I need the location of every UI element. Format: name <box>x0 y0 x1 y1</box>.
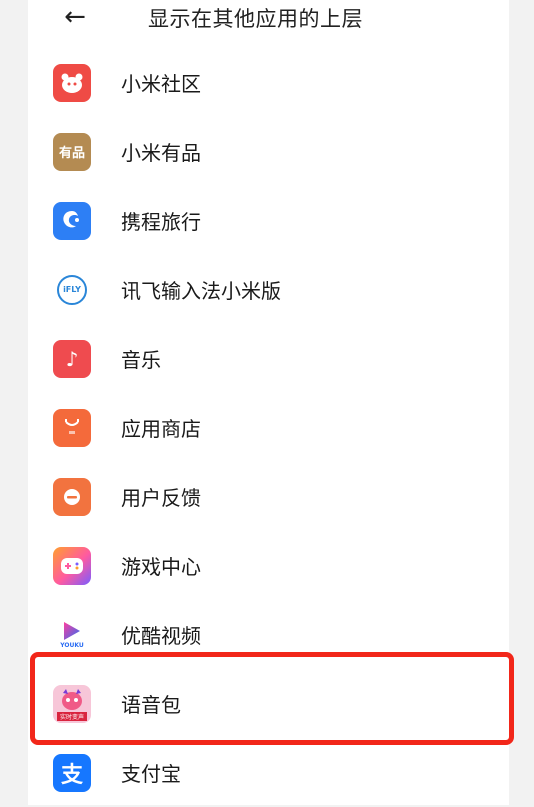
page-title: 显示在其他应用的上层 <box>148 7 363 31</box>
app-store-icon <box>53 408 91 447</box>
list-item[interactable]: 应用商店 <box>28 393 509 462</box>
app-label: 用户反馈 <box>121 486 201 510</box>
list-item[interactable]: 用户反馈 <box>28 462 509 531</box>
app-label: 携程旅行 <box>121 210 201 234</box>
app-label: 音乐 <box>121 348 161 372</box>
alipay-icon: 支 <box>53 753 91 792</box>
game-center-icon <box>53 546 91 585</box>
arrow-left-icon[interactable]: ← <box>60 2 90 32</box>
youku-icon: YOUKU <box>53 615 91 654</box>
list-item[interactable]: 支 支付宝 <box>28 738 509 807</box>
app-label: 小米有品 <box>121 141 201 165</box>
app-label: 优酷视频 <box>121 624 201 648</box>
ctrip-icon <box>53 201 91 240</box>
voice-pack-icon: 实时变声 <box>53 684 91 723</box>
list-item[interactable]: 有品 小米有品 <box>28 117 509 186</box>
app-label: 应用商店 <box>121 417 201 441</box>
list-item[interactable]: 游戏中心 <box>28 531 509 600</box>
ifly-icon: iFLY <box>53 270 91 309</box>
youpin-icon: 有品 <box>53 132 91 171</box>
app-list: 小米社区 有品 小米有品 携程旅行 iFLY 讯飞输入法小米版 ♪ 音乐 应用商… <box>28 48 509 807</box>
app-label: 游戏中心 <box>121 555 201 579</box>
header: ← 显示在其他应用的上层 <box>28 0 509 38</box>
app-label: 小米社区 <box>121 72 201 96</box>
list-item[interactable]: YOUKU 优酷视频 <box>28 600 509 669</box>
app-label: 支付宝 <box>121 762 181 786</box>
list-item[interactable]: iFLY 讯飞输入法小米版 <box>28 255 509 324</box>
feedback-icon <box>53 477 91 516</box>
app-label: 语音包 <box>121 693 181 717</box>
list-item[interactable]: 实时变声 语音包 <box>28 669 509 738</box>
list-item[interactable]: 携程旅行 <box>28 186 509 255</box>
list-item[interactable]: 小米社区 <box>28 48 509 117</box>
list-item[interactable]: ♪ 音乐 <box>28 324 509 393</box>
mi-community-icon <box>53 63 91 102</box>
settings-panel: ← 显示在其他应用的上层 小米社区 有品 小米有品 携程旅行 iFLY 讯飞输入… <box>28 0 509 805</box>
app-label: 讯飞输入法小米版 <box>121 279 281 303</box>
music-icon: ♪ <box>53 339 91 378</box>
